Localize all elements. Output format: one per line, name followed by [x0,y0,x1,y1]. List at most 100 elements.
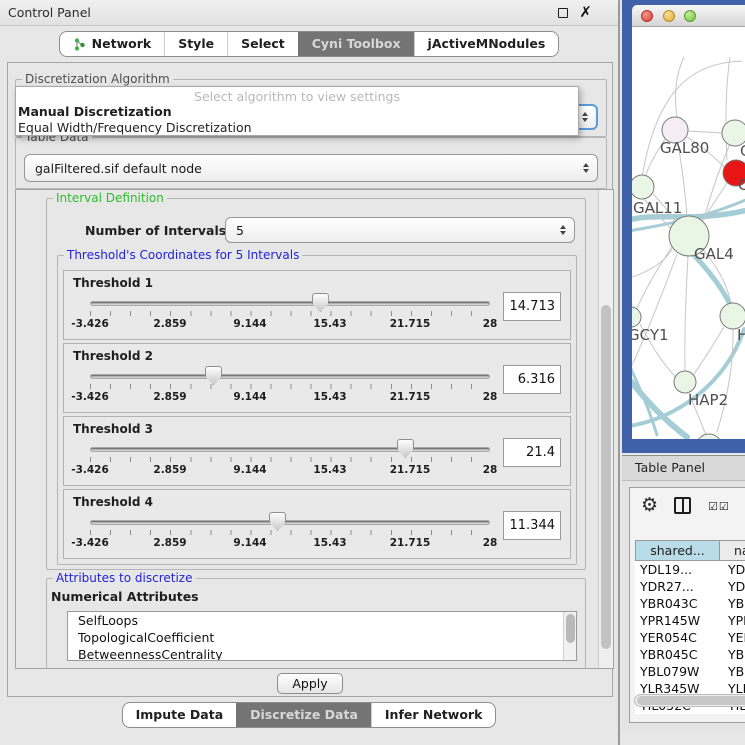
edge [688,131,722,133]
float-window-icon[interactable] [558,8,568,18]
list-item[interactable]: BetweennessCentrality [68,646,576,661]
bottom-tab-strip: Impute Data Discretize Data Infer Networ… [0,702,618,728]
spinner-icon [560,225,566,235]
threshold-2-slider: -3.426 2.859 9.144 15.43 21.715 28 [90,344,490,412]
apply-button[interactable]: Apply [277,673,343,694]
node-label: GAL80 [660,139,709,157]
table-row[interactable]: YBR043CYBR0 [635,595,745,612]
column-header-shared-name[interactable]: shared... [635,540,720,561]
tab-impute-data[interactable]: Impute Data [123,703,237,727]
table-panel-header: Table Panel [622,455,745,481]
node-gal11[interactable] [632,175,654,199]
threshold-2-box: Threshold 2 -3.426 2.859 9.144 15.43 [63,343,571,413]
tab-discretize-data[interactable]: Discretize Data [236,703,371,727]
table-row[interactable]: YER054CYER0 [635,629,745,646]
slider-ticks [90,384,491,389]
slider-thumb[interactable] [269,512,286,531]
attributes-group: Attributes to discretize Numerical Attri… [46,578,586,669]
slider-ticks [90,457,491,462]
threshold-4-slider: -3.426 2.859 9.144 21.715 15.43 28 [90,490,490,558]
table-panel-title: Table Panel [635,456,705,480]
edge [685,256,688,371]
close-light-icon[interactable] [641,10,653,22]
dropdown-option-manual[interactable]: Manual Discretization [18,104,576,120]
table-row[interactable]: YBL079WYBL0 [635,663,745,680]
edge [694,327,724,374]
threshold-2-value-field[interactable]: 6.316 [503,365,561,394]
numerical-attributes-list[interactable]: SelfLoops TopologicalCoefficient Between… [67,611,577,661]
tab-select[interactable]: Select [227,32,298,56]
minimize-light-icon[interactable] [663,10,675,22]
checked-boxes-icon[interactable]: ☑☑ [708,500,730,513]
column-header-name[interactable]: na [720,540,745,561]
table-panel-body: ⚙ ☑☑ shared... na YDL19...YDL1 YDR27...Y… [622,481,745,730]
screen: Control Panel ✗ Network Style Sel [0,0,745,745]
network-icon [73,38,86,51]
interval-definition-title: Interval Definition [53,191,167,205]
threshold-1-value-field[interactable]: 14.713 [503,292,561,321]
table-data-group: Table Data galFiltered.sif default node [15,137,607,189]
node-hap2[interactable] [674,371,696,393]
slider-thumb[interactable] [397,439,414,458]
close-icon[interactable]: ✗ [579,3,592,21]
table-row[interactable]: YBR045CYBR0 [635,646,745,663]
network-canvas[interactable]: GAL80 G C GAL11 GAL4 GCY1 H HAP2 [632,27,745,439]
edge [717,329,733,432]
thresholds-group: Threshold's Coordinates for 5 Intervals … [57,255,577,565]
threshold-1-box: Threshold 1 -3.426 2.859 9.144 15.43 [63,270,571,340]
split-panel-icon[interactable] [674,497,691,514]
table-data-combobox[interactable]: galFiltered.sif default node [24,154,598,182]
tab-network[interactable]: Network [60,32,165,56]
list-item[interactable]: TopologicalCoefficient [68,629,576,646]
threshold-4-value-field[interactable]: 11.344 [503,511,561,540]
slider-track[interactable] [90,520,490,525]
slider-thumb[interactable] [205,366,222,385]
slider-track[interactable] [90,374,490,379]
top-tab-strip: Network Style Select Cyni Toolbox jActiv… [0,31,618,57]
table-horizontal-scrollbar[interactable] [634,694,745,707]
slider-thumb[interactable] [312,293,329,312]
gear-icon[interactable]: ⚙ [641,494,658,516]
tab-infer-network[interactable]: Infer Network [371,703,496,727]
slider-track[interactable] [90,447,490,452]
numerical-attributes-label: Numerical Attributes [51,589,199,604]
slider-ticks [90,530,491,535]
slider-scale-labels: -3.426 2.859 9.144 15.43 21.715 28 [90,318,490,331]
tab-cyni-toolbox[interactable]: Cyni Toolbox [298,32,414,56]
network-window-titlebar[interactable] [632,5,745,27]
control-panel-window: Control Panel ✗ Network Style Sel [0,0,620,745]
slider-scale-labels: -3.426 2.859 9.144 15.43 21.715 28 [90,391,490,404]
spinner-icon [582,112,588,122]
slider-ticks [90,311,491,316]
tab-style[interactable]: Style [164,32,227,56]
threshold-3-slider: -3.426 2.859 9.144 15.43 21.715 28 [90,417,490,485]
table-header-row: shared... na [635,540,745,561]
slider-track[interactable] [90,301,490,306]
node-gcy1[interactable] [632,307,641,327]
table-data-value: galFiltered.sif default node [35,161,202,176]
zoom-light-icon[interactable] [684,10,696,22]
algorithm-dropdown-popup: Select algorithm to view settings Manual… [15,86,579,136]
network-window: GAL80 G C GAL11 GAL4 GCY1 H HAP2 [622,0,745,453]
threshold-3-value-field[interactable]: 21.4 [503,438,561,467]
dropdown-option-equal-width[interactable]: Equal Width/Frequency Discretization [18,120,576,136]
num-intervals-combobox[interactable]: 5 [225,217,575,243]
cyni-toolbox-content: Discretization Algorithm Select algorith… [7,62,613,697]
slider-scale-labels: -3.426 2.859 9.144 15.43 21.715 28 [90,464,490,477]
list-scrollbar[interactable] [563,612,576,660]
interval-definition-group: Interval Definition Number of Intervals … [46,198,586,570]
thresholds-group-title: Threshold's Coordinates for 5 Intervals [64,248,302,262]
list-item[interactable]: SelfLoops [68,612,576,629]
table-row[interactable]: YDR27...YDR2 [635,578,745,595]
threshold-4-box: Threshold 4 -3.426 2.859 9.144 21.715 [63,489,571,559]
num-intervals-label: Number of Intervals [85,223,226,238]
node-label: H [737,326,745,344]
node-label: C [738,176,745,194]
tab-jactivemnodules[interactable]: jActiveMNodules [414,32,559,56]
settings-scrollbar[interactable] [598,190,613,668]
edge [632,249,672,277]
table-row[interactable]: YDL19...YDL1 [635,561,745,578]
table-row[interactable]: YPR145WYPR1 [635,612,745,629]
node-label: GCY1 [632,326,669,344]
node-partial-bottom[interactable] [696,434,722,439]
